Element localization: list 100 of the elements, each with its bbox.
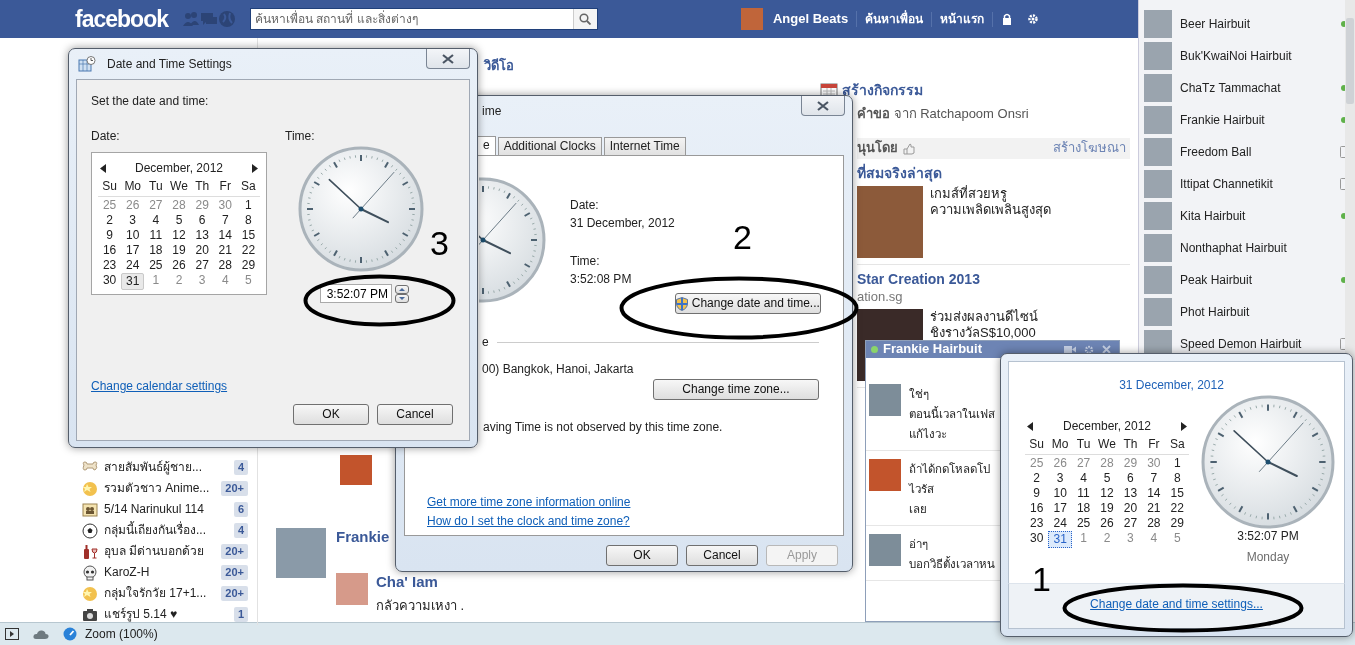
calendar-day[interactable]: 11 — [1071, 486, 1096, 501]
calendar-day[interactable]: 2 — [98, 213, 122, 228]
section-link[interactable]: วิดีโอ — [484, 58, 514, 75]
calendar-day[interactable]: 22 — [1165, 501, 1189, 516]
calendar-day[interactable]: 20 — [190, 243, 214, 258]
friend-name[interactable]: Buk'KwaiNoi Hairbuit — [1180, 48, 1333, 64]
calendar-day[interactable]: 13 — [1118, 486, 1143, 501]
calendar-day[interactable]: 8 — [236, 213, 260, 228]
calendar-day[interactable]: 21 — [1142, 501, 1166, 516]
nav-link[interactable]: ค้นหาเพื่อน — [857, 11, 933, 27]
calendar-day[interactable]: 3 — [1118, 531, 1143, 548]
calendar-day[interactable]: 4 — [1071, 471, 1096, 486]
group-link[interactable]: กลุ่มนี้เถียงกันเรื่อง... — [104, 523, 234, 538]
calendar-day[interactable]: 24 — [1048, 516, 1072, 531]
chat-title[interactable]: Frankie Hairbuit — [883, 341, 982, 358]
previous-month-button[interactable] — [1025, 420, 1035, 432]
calendar-day[interactable]: 19 — [1095, 501, 1119, 516]
tab[interactable]: Internet Time — [603, 137, 686, 155]
calendar-day[interactable]: 25 — [1025, 456, 1049, 471]
dialog-button[interactable]: Cancel — [377, 404, 453, 425]
friend-name[interactable]: Ittipat Channetikit — [1180, 176, 1333, 192]
calendar-day[interactable]: 23 — [1025, 516, 1049, 531]
calendar-day[interactable]: 29 — [190, 198, 214, 213]
calendar-day[interactable]: 17 — [1048, 501, 1072, 516]
calendar-day[interactable]: 25 — [1071, 516, 1096, 531]
calendar-day[interactable]: 31 — [1048, 531, 1072, 548]
group-link[interactable]: 5/14 Narinukul 114 — [104, 502, 234, 517]
calendar-day[interactable]: 29 — [236, 258, 260, 273]
friend-name[interactable]: Nonthaphat Hairbuit — [1180, 240, 1333, 256]
calendar-day[interactable]: 10 — [121, 228, 145, 243]
calendar-day[interactable]: 4 — [213, 273, 237, 290]
change-time-zone-button[interactable]: Change time zone... — [653, 379, 819, 400]
nav-link[interactable]: หน้าแรก — [932, 11, 994, 27]
friend-name[interactable]: Frankie Hairbuit — [1180, 112, 1333, 128]
settings-icon[interactable] — [1027, 13, 1040, 25]
group-link[interactable]: อุบล มีด่านบอกด้วย — [104, 544, 222, 559]
calendar-day[interactable]: 31 — [121, 273, 145, 290]
calendar-day[interactable]: 11 — [144, 228, 168, 243]
friend-name[interactable]: Kita Hairbuit — [1180, 208, 1333, 224]
calendar-day[interactable]: 6 — [1118, 471, 1143, 486]
ad-title[interactable]: ที่สมจริงล่าสุด — [857, 164, 942, 182]
time-input[interactable]: 3:52:07 PM — [320, 284, 392, 303]
calendar-day[interactable]: 25 — [144, 258, 168, 273]
group-link[interactable]: รวมตัวชาว Anime... — [104, 481, 222, 496]
ad-title[interactable]: Star Creation 2013 — [857, 271, 980, 289]
calendar-day[interactable]: 22 — [236, 243, 260, 258]
calendar-day[interactable]: 20 — [1118, 501, 1143, 516]
help-link[interactable]: How do I set the clock and time zone? — [427, 514, 630, 529]
next-month-button[interactable] — [250, 162, 260, 174]
profile-link[interactable]: Angel Beats — [765, 10, 858, 28]
calendar-day[interactable]: 3 — [1048, 471, 1072, 486]
calendar-day[interactable]: 27 — [1118, 516, 1143, 531]
calendar-day[interactable]: 24 — [121, 258, 145, 273]
calendar-day[interactable]: 26 — [1095, 516, 1119, 531]
calendar-day[interactable]: 29 — [1165, 516, 1189, 531]
calendar-day[interactable]: 14 — [1142, 486, 1166, 501]
scrollbar-thumb[interactable] — [1346, 18, 1354, 104]
calendar-day[interactable]: 21 — [213, 243, 237, 258]
group-link[interactable]: KaroZ-H — [104, 565, 222, 580]
video-camera-icon[interactable] — [1064, 345, 1076, 354]
close-button[interactable] — [426, 49, 470, 69]
friend-name[interactable]: Peak Hairbuit — [1180, 272, 1333, 288]
zoom-level[interactable]: Zoom (100%) — [85, 626, 158, 642]
calendar-day[interactable]: 25 — [98, 198, 122, 213]
calendar-day[interactable]: 17 — [121, 243, 145, 258]
panel-icon[interactable] — [5, 628, 19, 640]
calendar-day[interactable]: 1 — [1165, 456, 1189, 471]
calendar-day[interactable]: 28 — [1095, 456, 1119, 471]
calendar-day[interactable]: 2 — [1025, 471, 1049, 486]
dialog-button[interactable]: OK — [293, 404, 369, 425]
close-button[interactable] — [801, 96, 845, 116]
cloud-icon[interactable] — [33, 629, 49, 639]
spin-down-button[interactable] — [395, 293, 409, 303]
search-field[interactable]: ค้นหาเพื่อน สถานที่ และสิ่งต่างๆ — [250, 8, 598, 30]
calendar-day[interactable]: 14 — [213, 228, 237, 243]
calendar-day[interactable]: 7 — [1142, 471, 1166, 486]
calendar-day[interactable]: 5 — [1165, 531, 1189, 548]
calendar-day[interactable]: 30 — [1025, 531, 1049, 548]
lock-icon[interactable] — [1001, 13, 1014, 25]
friend-name[interactable]: Freedom Ball — [1180, 144, 1333, 160]
calendar-day[interactable]: 27 — [144, 198, 168, 213]
calendar-day[interactable]: 27 — [1071, 456, 1096, 471]
calendar-day[interactable]: 28 — [213, 258, 237, 273]
calendar-day[interactable]: 15 — [236, 228, 260, 243]
calendar-day[interactable]: 10 — [1048, 486, 1072, 501]
calendar-day[interactable]: 18 — [144, 243, 168, 258]
friend-name[interactable]: Speed Demon Hairbuit — [1180, 336, 1333, 352]
calendar-day[interactable]: 30 — [213, 198, 237, 213]
calendar-day[interactable]: 30 — [98, 273, 122, 290]
calendar-day[interactable]: 1 — [236, 198, 260, 213]
dialog-button[interactable]: OK — [606, 545, 678, 566]
calendar-day[interactable]: 4 — [144, 213, 168, 228]
calendar-day[interactable]: 28 — [1142, 516, 1166, 531]
calendar-day[interactable]: 29 — [1118, 456, 1143, 471]
change-date-button[interactable]: Change date and time... — [674, 293, 821, 314]
calendar-day[interactable]: 30 — [1142, 456, 1166, 471]
calendar-day[interactable]: 7 — [213, 213, 237, 228]
calendar-day[interactable]: 5 — [167, 213, 191, 228]
previous-month-button[interactable] — [98, 162, 108, 174]
calendar-day[interactable]: 13 — [190, 228, 214, 243]
